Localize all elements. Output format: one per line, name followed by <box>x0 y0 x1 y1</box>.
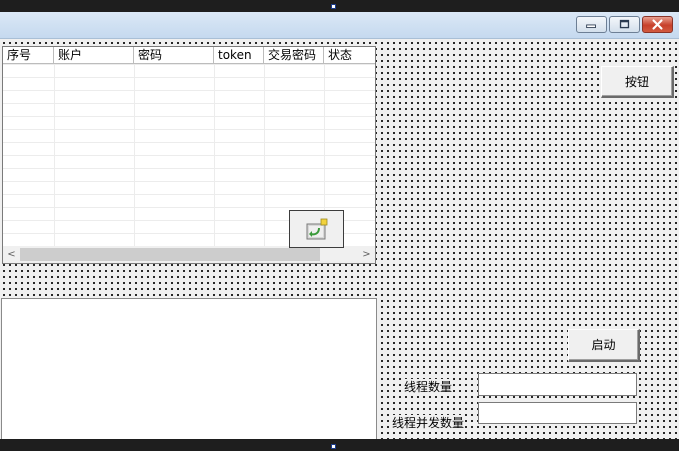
refresh-picture-icon <box>306 218 328 240</box>
scroll-left-arrow[interactable]: < <box>3 246 20 263</box>
thread-count-label: 线程数量 <box>404 379 453 395</box>
column-header-password[interactable]: 密码 <box>134 47 214 63</box>
thread-count-input[interactable] <box>478 373 637 396</box>
minimize-button[interactable] <box>576 16 607 33</box>
close-button[interactable] <box>642 16 673 33</box>
maximize-button[interactable] <box>609 16 640 33</box>
list-header: 序号 账户 密码 token 交易密码 状态 <box>3 47 375 64</box>
scroll-right-arrow[interactable]: > <box>358 246 375 263</box>
thread-concurrency-label: 线程并发数量 <box>392 415 465 431</box>
minimize-icon <box>586 24 596 29</box>
start-button[interactable]: 启动 <box>568 329 640 362</box>
grid-line <box>214 64 215 247</box>
resize-handle-bottom[interactable] <box>331 444 336 449</box>
column-header-status[interactable]: 状态 <box>324 47 375 63</box>
title-bar[interactable] <box>0 12 679 39</box>
column-header-index[interactable]: 序号 <box>3 47 54 63</box>
thread-concurrency-input[interactable] <box>478 402 637 424</box>
grid-line <box>54 64 55 247</box>
column-header-token[interactable]: token <box>214 47 264 63</box>
resize-handle-top[interactable] <box>331 4 336 9</box>
form-client-area: 序号 账户 密码 token 交易密码 状态 < > 按钮 启动 线程数量 线程… <box>0 39 679 439</box>
close-icon <box>652 19 663 30</box>
scroll-thumb[interactable] <box>20 248 320 261</box>
maximize-icon <box>619 19 630 29</box>
top-button[interactable]: 按钮 <box>601 66 674 98</box>
column-header-account[interactable]: 账户 <box>54 47 134 63</box>
form-window: 序号 账户 密码 token 交易密码 状态 < > 按钮 启动 线程数量 线程… <box>0 12 679 439</box>
grid-line <box>264 64 265 247</box>
grid-line <box>134 64 135 247</box>
image-button[interactable] <box>289 210 344 248</box>
log-text-area[interactable] <box>1 298 377 439</box>
column-header-trade-password[interactable]: 交易密码 <box>264 47 324 63</box>
